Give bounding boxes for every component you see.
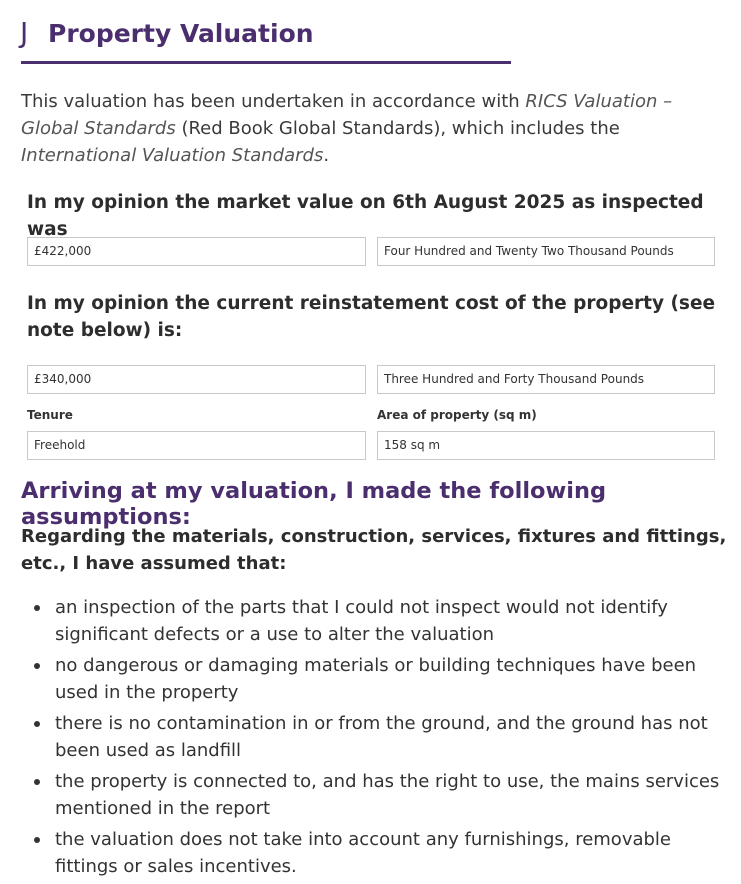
list-item-text: there is no contamination in or from the… — [55, 713, 708, 761]
list-item: there is no contamination in or from the… — [21, 710, 733, 764]
page-title: Property Valuation — [48, 19, 314, 48]
intro-text-1: This valuation has been undertaken in ac… — [21, 91, 526, 112]
bullet-icon — [34, 837, 40, 843]
title-underline — [21, 61, 511, 64]
reinstatement-cost-label: In my opinion the current reinstatement … — [27, 293, 716, 341]
intro-text-3: . — [323, 145, 330, 166]
list-item-text: no dangerous or damaging materials or bu… — [55, 655, 697, 703]
list-item-text: the valuation does not take into account… — [55, 829, 671, 877]
tenure-field[interactable]: Freehold — [27, 431, 366, 460]
section-header: J Property Valuation — [20, 16, 314, 49]
section-letter: J — [20, 16, 29, 49]
intro-paragraph: This valuation has been undertaken in ac… — [21, 88, 733, 169]
list-item-text: an inspection of the parts that I could … — [55, 597, 668, 645]
list-item: the valuation does not take into account… — [21, 826, 733, 880]
list-item: no dangerous or damaging materials or bu… — [21, 652, 733, 706]
market-value-figure-field[interactable]: £422,000 — [27, 237, 366, 266]
bullet-icon — [34, 605, 40, 611]
reinstatement-figure-field[interactable]: £340,000 — [27, 365, 366, 394]
tenure-label: Tenure — [27, 408, 73, 422]
area-label: Area of property (sq m) — [377, 408, 537, 422]
intro-text-2: (Red Book Global Standards), which inclu… — [175, 118, 620, 139]
list-item: the property is connected to, and has th… — [21, 768, 733, 822]
bullet-icon — [34, 721, 40, 727]
bullet-icon — [34, 779, 40, 785]
list-item: an inspection of the parts that I could … — [21, 594, 733, 648]
intro-italic-ivs: International Valuation Standards — [21, 145, 324, 166]
assumptions-list: an inspection of the parts that I could … — [21, 594, 733, 884]
reinstatement-words-field[interactable]: Three Hundred and Forty Thousand Pounds — [377, 365, 715, 394]
market-value-label: In my opinion the market value on 6th Au… — [27, 192, 704, 240]
bullet-icon — [34, 663, 40, 669]
area-field[interactable]: 158 sq m — [377, 431, 715, 460]
market-value-words-field[interactable]: Four Hundred and Twenty Two Thousand Pou… — [377, 237, 715, 266]
list-item-text: the property is connected to, and has th… — [55, 771, 720, 819]
assumptions-lead: Regarding the materials, construction, s… — [21, 526, 727, 574]
